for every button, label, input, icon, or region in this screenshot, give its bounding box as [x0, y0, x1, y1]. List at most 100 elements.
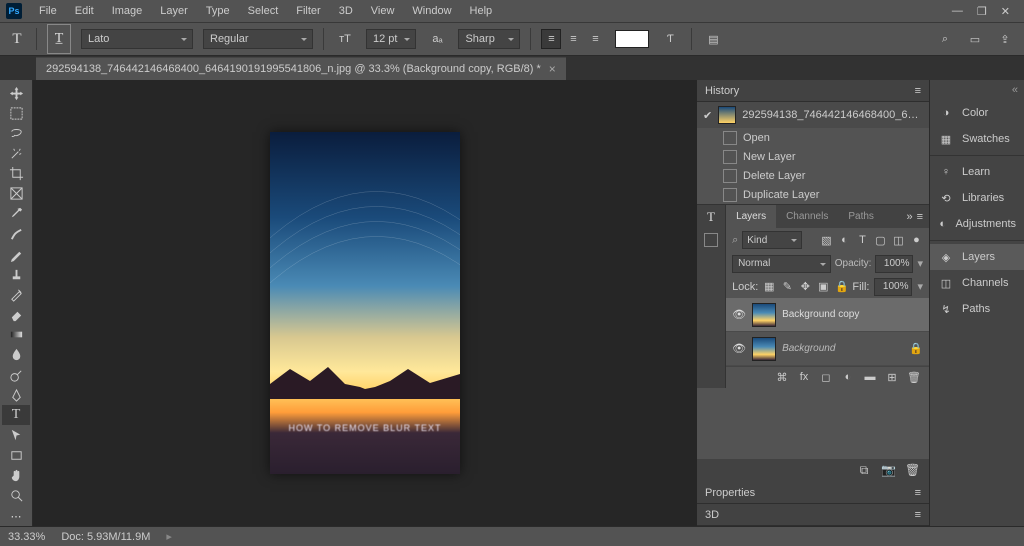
document-info[interactable]: Doc: 5.93M/11.9M — [61, 531, 150, 543]
search-icon[interactable]: ⌕ — [934, 28, 956, 50]
history-state[interactable]: New Layer — [697, 147, 929, 166]
canvas-area[interactable]: HOW TO REMOVE BLUR TEXT — [33, 80, 697, 526]
dock-item-adjustments[interactable]: ◐Adjustments — [930, 211, 1024, 237]
panel-menu-icon[interactable]: ≡ — [915, 509, 921, 521]
rectangle-tool[interactable] — [2, 446, 30, 466]
delete-layer-icon[interactable]: 🗑 — [907, 371, 921, 384]
tab-layers[interactable]: Layers — [726, 205, 776, 228]
link-layers-icon[interactable]: ⌘ — [775, 371, 789, 384]
align-left-button[interactable]: ≡ — [541, 29, 561, 49]
dock-item-paths[interactable]: ↯Paths — [930, 296, 1024, 322]
close-tab-icon[interactable]: × — [549, 62, 556, 76]
crop-tool[interactable] — [2, 164, 30, 184]
menu-layer[interactable]: Layer — [151, 2, 197, 20]
edit-toolbar-button[interactable]: ⋯ — [2, 506, 30, 526]
type-tool[interactable]: T — [2, 405, 30, 425]
panel-menu-icon[interactable]: ≡ — [915, 487, 921, 499]
new-document-icon[interactable]: ⧉ — [857, 463, 871, 478]
dock-item-libraries[interactable]: ⟲Libraries — [930, 185, 1024, 211]
lock-position-icon[interactable]: ✥ — [799, 280, 811, 293]
anti-alias-select[interactable]: Sharp — [458, 29, 520, 49]
history-panel-header[interactable]: History ≡ — [697, 80, 929, 102]
move-tool[interactable] — [2, 83, 30, 103]
panel-collapse-icon[interactable]: » — [906, 211, 912, 223]
menu-select[interactable]: Select — [239, 2, 288, 20]
share-button[interactable]: ⇪ — [994, 28, 1016, 50]
visibility-toggle-icon[interactable]: 👁 — [732, 342, 746, 355]
history-state[interactable]: Open — [697, 128, 929, 147]
frame-tool[interactable] — [2, 184, 30, 204]
delete-state-icon[interactable]: 🗑 — [905, 463, 919, 478]
history-snapshot[interactable]: ✔ 292594138_746442146468400_646419019199… — [697, 102, 929, 128]
menu-edit[interactable]: Edit — [66, 2, 103, 20]
zoom-tool[interactable] — [2, 486, 30, 506]
healing-brush-tool[interactable] — [2, 224, 30, 244]
blend-mode-select[interactable]: Normal — [732, 255, 831, 273]
align-center-button[interactable]: ≡ — [563, 29, 583, 49]
path-selection-tool[interactable] — [2, 425, 30, 445]
layer-mask-icon[interactable]: ◻ — [819, 371, 833, 384]
filter-smart-icon[interactable]: ◫ — [892, 234, 905, 247]
text-color-swatch[interactable] — [615, 30, 649, 48]
menu-type[interactable]: Type — [197, 2, 239, 20]
opacity-input[interactable]: 100% — [875, 255, 913, 273]
minimize-button[interactable]: — — [952, 5, 963, 18]
visibility-toggle-icon[interactable]: 👁 — [732, 308, 746, 321]
font-style-select[interactable]: Regular — [203, 29, 313, 49]
fill-input[interactable]: 100% — [874, 278, 912, 296]
close-button[interactable]: ✕ — [1001, 5, 1010, 18]
menu-window[interactable]: Window — [403, 2, 460, 20]
menu-file[interactable]: File — [30, 2, 66, 20]
font-family-select[interactable]: Lato — [81, 29, 193, 49]
dodge-tool[interactable] — [2, 365, 30, 385]
lock-pixels-icon[interactable]: ✎ — [781, 280, 793, 293]
menu-3d[interactable]: 3D — [330, 2, 362, 20]
menu-view[interactable]: View — [362, 2, 404, 20]
panel-menu-icon[interactable]: ≡ — [917, 211, 923, 223]
filter-shape-icon[interactable]: ▢ — [874, 234, 887, 247]
warp-text-button[interactable]: Ƭ — [659, 28, 681, 50]
lock-transparency-icon[interactable]: ▦ — [763, 280, 775, 293]
align-right-button[interactable]: ≡ — [585, 29, 605, 49]
lasso-tool[interactable] — [2, 123, 30, 143]
status-arrow-icon[interactable]: ▸ — [166, 530, 172, 543]
tab-channels[interactable]: Channels — [776, 205, 838, 228]
menu-image[interactable]: Image — [103, 2, 152, 20]
filter-type-icon[interactable]: T — [856, 234, 869, 247]
marquee-tool[interactable] — [2, 103, 30, 123]
dock-item-swatches[interactable]: ▦Swatches — [930, 126, 1024, 152]
zoom-level[interactable]: 33.33% — [8, 531, 45, 543]
tab-paths[interactable]: Paths — [838, 205, 884, 228]
history-state[interactable]: Duplicate Layer — [697, 185, 929, 204]
new-snapshot-icon[interactable]: 📷 — [881, 463, 895, 478]
dock-item-layers[interactable]: ◈Layers — [930, 244, 1024, 270]
layer-row[interactable]: 👁Background🔒 — [726, 332, 929, 366]
character-panel-button[interactable]: ▤ — [702, 28, 724, 50]
font-size-select[interactable]: 12 pt — [366, 29, 416, 49]
workspace-switcher-button[interactable]: ▭ — [964, 28, 986, 50]
lock-all-icon[interactable]: 🔒 — [835, 280, 847, 293]
hand-tool[interactable] — [2, 466, 30, 486]
history-brush-tool[interactable] — [2, 284, 30, 304]
lock-artboard-icon[interactable]: ▣ — [817, 280, 829, 293]
layer-style-icon[interactable]: fx — [797, 371, 811, 384]
gradient-tool[interactable] — [2, 325, 30, 345]
maximize-button[interactable]: ❐ — [977, 5, 987, 18]
dock-item-color[interactable]: ◑Color — [930, 100, 1024, 126]
history-state[interactable]: Delete Layer — [697, 166, 929, 185]
document-canvas[interactable]: HOW TO REMOVE BLUR TEXT — [270, 132, 460, 474]
clone-stamp-tool[interactable] — [2, 264, 30, 284]
magic-wand-tool[interactable] — [2, 143, 30, 163]
brush-tool[interactable] — [2, 244, 30, 264]
menu-filter[interactable]: Filter — [287, 2, 329, 20]
menu-help[interactable]: Help — [461, 2, 502, 20]
3d-panel-header[interactable]: 3D ≡ — [697, 504, 929, 526]
type-orientation-toggle[interactable]: T̲ — [47, 24, 71, 54]
document-tab[interactable]: 292594138_746442146468400_64641901919955… — [36, 57, 566, 80]
eyedropper-tool[interactable] — [2, 204, 30, 224]
dock-collapse-icon[interactable]: « — [930, 84, 1024, 100]
layer-thumbnail[interactable] — [752, 337, 776, 361]
new-layer-icon[interactable]: ⊞ — [885, 371, 899, 384]
filter-pixel-icon[interactable]: ▧ — [820, 234, 833, 247]
pen-tool[interactable] — [2, 385, 30, 405]
